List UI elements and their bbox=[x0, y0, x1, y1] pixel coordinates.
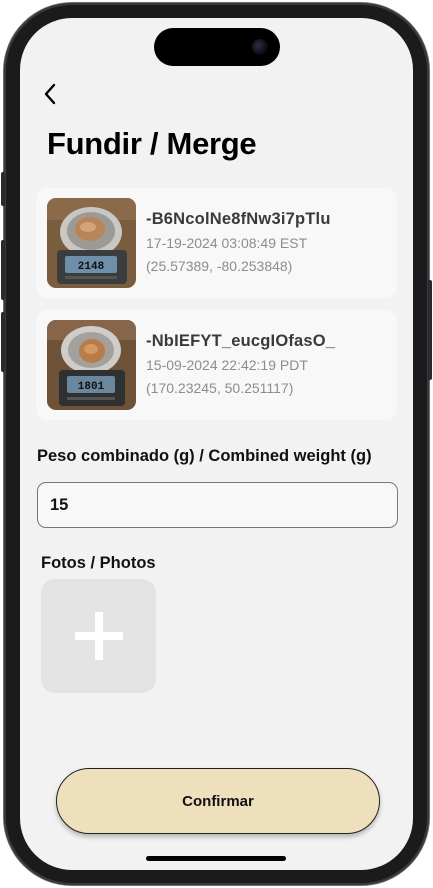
add-photo-button[interactable] bbox=[41, 579, 156, 693]
confirm-button[interactable]: Confirmar bbox=[56, 768, 380, 834]
photos-label: Fotos / Photos bbox=[41, 554, 156, 572]
scale-readout: 2148 bbox=[78, 261, 105, 273]
home-indicator bbox=[146, 856, 286, 861]
front-camera bbox=[252, 39, 268, 55]
volume-up-button bbox=[1, 240, 5, 300]
merge-item-card[interactable]: 2148 -B6NcolNe8fNw3i7pTlu 17-19-2024 03:… bbox=[36, 188, 397, 298]
item-date: 15-09-2024 22:42:19 PDT bbox=[146, 357, 308, 373]
page-title: Fundir / Merge bbox=[47, 126, 257, 161]
item-id: -B6NcolNe8fNw3i7pTlu bbox=[146, 210, 331, 228]
item-photo: 2148 bbox=[47, 198, 136, 288]
action-button bbox=[1, 172, 5, 206]
volume-down-button bbox=[1, 312, 5, 372]
back-button[interactable] bbox=[36, 78, 64, 110]
item-id: -NbIEFYT_eucgIOfasO_ bbox=[146, 332, 336, 350]
combined-weight-label: Peso combinado (g) / Combined weight (g) bbox=[37, 447, 372, 465]
power-button bbox=[428, 280, 432, 380]
item-date: 17-19-2024 03:08:49 EST bbox=[146, 235, 308, 251]
plus-icon bbox=[74, 612, 123, 660]
item-coordinates: (25.57389, -80.253848) bbox=[146, 258, 293, 274]
scale-readout: 1801 bbox=[78, 381, 105, 393]
item-photo: 1801 bbox=[47, 320, 136, 410]
dynamic-island bbox=[154, 28, 280, 66]
item-coordinates: (170.23245, 50.251117) bbox=[146, 380, 294, 396]
app-screen: Fundir / Merge 2148 -B6NcolNe8fNw3i7pTlu… bbox=[20, 18, 413, 870]
chevron-left-icon bbox=[44, 83, 56, 105]
combined-weight-input[interactable] bbox=[37, 482, 398, 528]
merge-item-card[interactable]: 1801 -NbIEFYT_eucgIOfasO_ 15-09-2024 22:… bbox=[36, 310, 397, 420]
